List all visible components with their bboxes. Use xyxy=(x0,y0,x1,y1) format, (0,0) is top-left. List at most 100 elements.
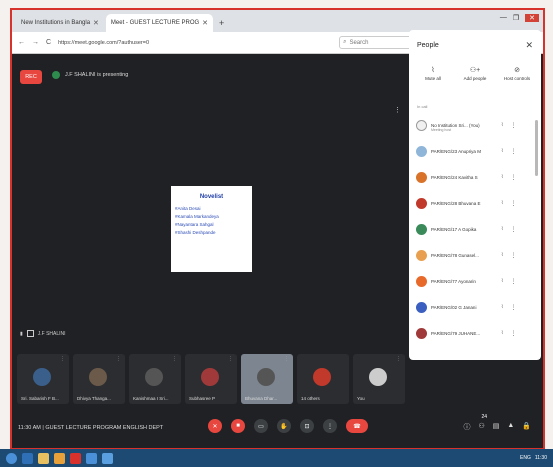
presenting-text: J.F SHALINI is presenting xyxy=(65,72,129,78)
more-options-icon[interactable]: ⋮ xyxy=(510,148,516,155)
browser-icon[interactable] xyxy=(22,452,33,464)
host-controls-button[interactable]: ⊘ Host controls xyxy=(497,66,537,81)
list-item[interactable]: PAR/ENG/24 Kavitha S ⌇ ⋮ xyxy=(413,164,537,190)
mic-off-icon[interactable]: ⌇ xyxy=(501,252,503,258)
participant-tile[interactable]: ⋮ Kanishmaa I Sri... xyxy=(129,354,181,404)
forward-button[interactable]: → xyxy=(32,39,39,46)
avatar xyxy=(416,119,427,131)
more-options-icon[interactable]: ⋮ xyxy=(510,304,516,311)
side-controls: ⓘ 24 ⚇ ▤ ▲ 🔒 xyxy=(463,414,531,432)
slide-item: #Nayantara Sahgal xyxy=(175,222,214,227)
mic-off-icon[interactable]: ⌇ xyxy=(501,278,503,284)
people-panel-title: People xyxy=(417,42,439,49)
add-people-button[interactable]: ⚇+ Add people xyxy=(455,66,495,81)
more-options-icon[interactable]: ⋮ xyxy=(60,356,65,362)
more-options-icon[interactable]: ⋮ xyxy=(284,356,289,362)
activities-icon[interactable]: ▲ xyxy=(507,422,514,432)
minimize-button[interactable]: — xyxy=(500,14,507,22)
list-item[interactable]: PAR/ENG/23 Anupriya M ⌇ ⋮ xyxy=(413,138,537,164)
url-field[interactable]: https://meet.google.com/?authuser=0 xyxy=(58,40,298,46)
participant-tile[interactable]: 14 others xyxy=(297,354,349,404)
mic-off-button[interactable]: ✕ xyxy=(208,419,222,433)
meeting-title: GUEST LECTURE PROGRAM ENGLISH DEPT xyxy=(45,425,164,431)
start-icon[interactable] xyxy=(6,452,17,464)
list-item[interactable]: PAR/ENG/77 Ayonarin ⌇ ⋮ xyxy=(413,268,537,294)
list-item[interactable]: PAR/ENG/17 A Gopika ⌇ ⋮ xyxy=(413,216,537,242)
recording-badge[interactable]: REC xyxy=(20,70,42,84)
avatar xyxy=(416,327,427,339)
participant-tile[interactable]: ⋮ Subhasree P xyxy=(185,354,237,404)
more-options-icon[interactable]: ⋮ xyxy=(228,356,233,362)
browser-tab[interactable]: New Institutions in Bangla ✕ xyxy=(16,14,104,32)
reload-button[interactable]: C xyxy=(46,39,51,46)
more-options-icon[interactable]: ⋮ xyxy=(510,122,516,129)
participant-tile[interactable]: ⋮ Dhivya Thanga... xyxy=(73,354,125,404)
participant-name: PAR/ENG/23 Anupriya M xyxy=(431,148,481,154)
avatar xyxy=(145,368,163,386)
list-item[interactable]: PAR/ENG/28 Bhuvana E ⌇ ⋮ xyxy=(413,190,537,216)
list-item[interactable]: PAR/ENG/79 JUHANE... ⌇ ⋮ xyxy=(413,320,537,346)
camera-off-button[interactable]: ■ xyxy=(231,419,245,433)
close-tab-icon[interactable]: ✕ xyxy=(93,19,99,27)
media-player-icon[interactable] xyxy=(54,452,65,464)
back-button[interactable]: ← xyxy=(18,39,25,46)
raise-hand-button[interactable]: ✋ xyxy=(277,419,291,433)
presenter-label: ▮ J.F SHALINI xyxy=(20,330,66,337)
lock-icon[interactable]: 🔒 xyxy=(522,422,531,432)
avatar xyxy=(33,368,51,386)
more-options-icon[interactable]: ⋮ xyxy=(510,226,516,233)
participant-name: PAR/ENG/77 Ayonarin xyxy=(431,278,476,284)
file-explorer-icon[interactable] xyxy=(38,452,49,464)
close-window-button[interactable]: ✕ xyxy=(525,14,539,22)
captions-button[interactable]: ▭ xyxy=(254,419,268,433)
more-options-icon[interactable]: ⋮ xyxy=(510,278,516,285)
mic-off-icon[interactable]: ⌇ xyxy=(501,174,503,180)
close-icon[interactable]: ✕ xyxy=(525,40,533,51)
avatar xyxy=(416,249,427,261)
people-button[interactable]: 24 ⚇ xyxy=(478,414,487,432)
participant-tile[interactable]: ⋮ Sri. Sabarish F B... xyxy=(17,354,69,404)
more-options-button[interactable]: ⋮ xyxy=(323,419,337,433)
app-icon[interactable] xyxy=(86,452,97,464)
presenting-banner: J.F SHALINI is presenting xyxy=(52,71,128,79)
new-tab-button[interactable]: + xyxy=(215,14,228,32)
chat-icon[interactable]: ▤ xyxy=(493,422,500,432)
more-options-icon[interactable]: ⋮ xyxy=(510,330,516,337)
list-item[interactable]: PAR/ENG/02 G Janani ⌇ ⋮ xyxy=(413,294,537,320)
list-item[interactable]: No Institution Sri... (You) Meeting host… xyxy=(413,112,537,138)
mic-off-icon[interactable]: ⌇ xyxy=(501,304,503,310)
browser-search-input[interactable]: ⌕ Search xyxy=(339,36,418,49)
mute-all-button[interactable]: ⌇ Mute all xyxy=(413,66,453,81)
browser-tab-active[interactable]: Meet - GUEST LECTURE PROG ✕ xyxy=(105,14,214,32)
more-options-icon[interactable]: ⋮ xyxy=(172,356,177,362)
participant-name: PAR/ENG/79 JUHANE... xyxy=(431,330,481,336)
app-icon[interactable] xyxy=(102,452,113,464)
present-button[interactable]: ⊡ xyxy=(300,419,314,433)
more-options-icon[interactable]: ⋮ xyxy=(510,200,516,207)
close-tab-icon[interactable]: ✕ xyxy=(202,19,208,27)
stage-options-icon[interactable]: ⋮ xyxy=(394,106,401,114)
more-options-icon[interactable]: ⋮ xyxy=(510,252,516,259)
list-item[interactable]: PAR/ENG/78 Gunasel... ⌇ ⋮ xyxy=(413,242,537,268)
mic-off-icon[interactable]: ⌇ xyxy=(501,330,503,336)
people-icon: ⚇ xyxy=(478,423,485,430)
mic-off-icon[interactable]: ⌇ xyxy=(501,148,503,154)
participant-tile[interactable]: ⋮ You xyxy=(353,354,405,404)
participant-tile[interactable]: ⋮ Bhuvana Dhar... xyxy=(241,354,293,404)
slide-title: Novelist xyxy=(199,194,224,200)
more-options-icon[interactable]: ⋮ xyxy=(116,356,121,362)
maximize-button[interactable]: ❐ xyxy=(513,14,519,22)
more-options-icon[interactable]: ⋮ xyxy=(510,174,516,181)
chrome-icon[interactable] xyxy=(70,452,81,464)
people-panel-actions: ⌇ Mute all ⚇+ Add people ⊘ Host controls xyxy=(413,66,537,81)
more-options-icon[interactable]: ⋮ xyxy=(396,356,401,362)
tray-language[interactable]: ENG xyxy=(520,455,531,461)
mic-off-icon[interactable]: ⌇ xyxy=(501,226,503,232)
end-call-button[interactable]: ☎ xyxy=(346,419,368,433)
tray-clock[interactable]: 11:30 xyxy=(535,455,547,461)
info-icon[interactable]: ⓘ xyxy=(463,422,470,432)
tile-name: Subhasree P xyxy=(189,396,216,401)
mic-icon[interactable]: ⌇ xyxy=(501,122,503,128)
mic-off-icon[interactable]: ⌇ xyxy=(501,200,503,206)
participant-name: PAR/ENG/17 A Gopika xyxy=(431,226,477,232)
